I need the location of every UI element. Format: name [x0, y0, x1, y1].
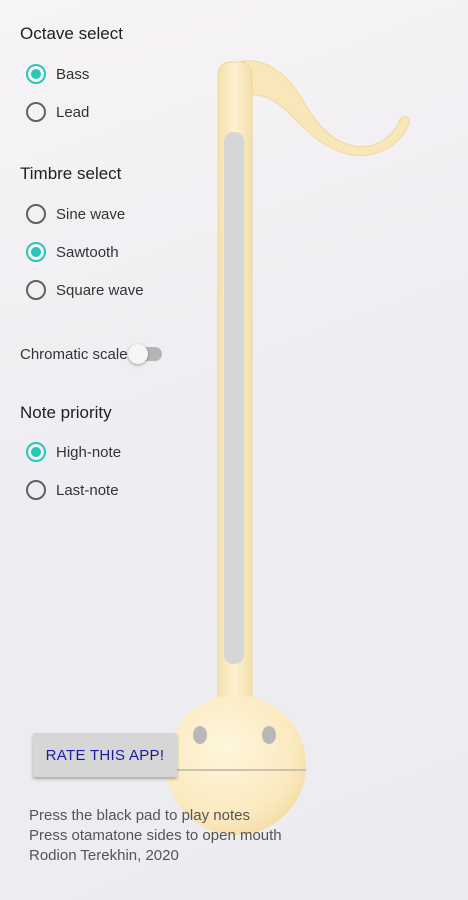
radio-sawtooth[interactable]: Sawtooth	[26, 240, 119, 264]
otamatone-right-eye	[262, 726, 276, 744]
radio-lead[interactable]: Lead	[26, 100, 89, 124]
switch-thumb[interactable]	[127, 344, 148, 364]
radio-unchecked-icon[interactable]	[26, 280, 46, 300]
note-priority-title: Note priority	[20, 403, 112, 422]
otamatone-left-eye	[193, 726, 207, 744]
footer-line-credit: Rodion Terekhin, 2020	[29, 847, 179, 864]
radio-high-note-label: High-note	[56, 443, 122, 461]
otamatone-flag	[237, 60, 410, 156]
radio-last-note[interactable]: Last-note	[26, 478, 119, 502]
radio-unchecked-icon[interactable]	[26, 480, 46, 500]
chromatic-scale-row: Chromatic scale	[20, 342, 166, 366]
otamatone-stem	[217, 61, 253, 723]
rate-app-button[interactable]: RATE THIS APP!	[33, 733, 177, 777]
radio-sine-wave[interactable]: Sine wave	[26, 202, 125, 226]
radio-sawtooth-label: Sawtooth	[56, 243, 119, 261]
radio-sine-wave-label: Sine wave	[56, 205, 126, 223]
chromatic-scale-switch[interactable]	[126, 342, 166, 366]
radio-last-note-label: Last-note	[56, 481, 119, 499]
radio-bass-label: Bass	[56, 65, 90, 83]
footer-info: Press the black pad to play notes Press …	[29, 806, 282, 866]
footer-line-mouth: Press otamatone sides to open mouth	[29, 827, 282, 844]
radio-lead-label: Lead	[56, 103, 90, 121]
otamatone-pad[interactable]	[224, 132, 244, 664]
radio-checked-icon[interactable]	[26, 242, 46, 262]
radio-unchecked-icon[interactable]	[26, 204, 46, 224]
radio-square-wave[interactable]: Square wave	[26, 278, 144, 302]
radio-square-wave-label: Square wave	[56, 281, 144, 299]
radio-bass[interactable]: Bass	[26, 62, 89, 86]
radio-high-note[interactable]: High-note	[26, 440, 121, 464]
timbre-select-title: Timbre select	[20, 164, 122, 183]
radio-checked-icon[interactable]	[26, 442, 46, 462]
footer-line-play: Press the black pad to play notes	[29, 807, 250, 824]
octave-select-title: Octave select	[20, 24, 123, 43]
chromatic-scale-label: Chromatic scale	[20, 345, 128, 363]
radio-checked-icon[interactable]	[26, 64, 46, 84]
radio-unchecked-icon[interactable]	[26, 102, 46, 122]
